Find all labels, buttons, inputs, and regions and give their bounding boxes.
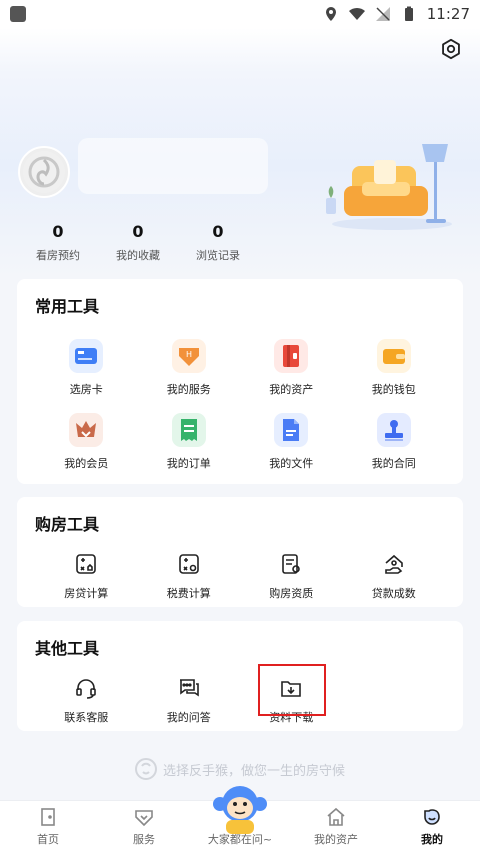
- monkey-mascot-icon[interactable]: [210, 782, 270, 838]
- smile-face-icon: [424, 809, 440, 825]
- user-name-area[interactable]: [78, 138, 268, 194]
- profile-stats: 0 看房预约 0 我的收藏 0 浏览记录: [18, 222, 258, 263]
- section-title: 购房工具: [35, 515, 100, 534]
- tab-my-assets[interactable]: 我的资产: [288, 801, 384, 854]
- tool-label: 贷款成数: [371, 587, 416, 600]
- tab-label: 我的: [421, 833, 443, 846]
- crown-icon: [69, 413, 104, 447]
- chat-icon: [176, 675, 202, 701]
- tool-label: 购房资质: [269, 587, 314, 600]
- tool-my-files[interactable]: 我的文件: [240, 413, 343, 471]
- tab-mine[interactable]: 我的: [384, 801, 480, 854]
- stat-value: 0: [132, 222, 144, 241]
- svg-text:H: H: [186, 350, 192, 359]
- card-icon: [69, 339, 104, 373]
- settings-icon[interactable]: [440, 38, 462, 60]
- home-door-icon: [41, 808, 55, 826]
- avatar-placeholder-icon: [23, 151, 65, 193]
- tool-contact-service[interactable]: 联系客服: [35, 675, 138, 725]
- tool-label: 我的问答: [166, 711, 211, 724]
- download-folder-icon: [278, 675, 304, 701]
- tool-my-wallet[interactable]: 我的钱包: [343, 339, 446, 397]
- tool-label: 选房卡: [69, 383, 103, 396]
- tool-my-contracts[interactable]: 我的合同: [343, 413, 446, 471]
- house-icon: [327, 807, 345, 826]
- file-icon: [274, 413, 309, 447]
- tab-label: 首页: [37, 833, 59, 846]
- sofa-illustration: [326, 144, 452, 230]
- tool-purchase-qualification[interactable]: 购房资质: [240, 551, 343, 601]
- order-icon: [171, 413, 206, 447]
- tab-label: 我的资产: [314, 833, 358, 846]
- wallet-icon: [376, 339, 411, 373]
- tool-label: 我的钱包: [371, 383, 416, 396]
- notification-icon: [10, 6, 26, 22]
- stat-viewing-appointments[interactable]: 0 看房预约: [18, 222, 98, 263]
- tab-service[interactable]: 服务: [96, 801, 192, 854]
- stat-label: 我的收藏: [116, 249, 160, 262]
- loan-ratio-icon: [381, 551, 407, 577]
- stat-favorites[interactable]: 0 我的收藏: [98, 222, 178, 263]
- asset-icon: [274, 339, 309, 373]
- stat-value: 0: [212, 222, 224, 241]
- service-h-icon: H: [171, 339, 206, 373]
- tool-my-membership[interactable]: 我的会员: [35, 413, 138, 471]
- status-bar: 11:27: [0, 0, 480, 28]
- tool-document-download[interactable]: 资料下载: [240, 675, 343, 725]
- section-title: 常用工具: [35, 297, 100, 316]
- stat-value: 0: [52, 222, 64, 241]
- avatar[interactable]: [18, 146, 70, 198]
- tool-my-qa[interactable]: 我的问答: [138, 675, 241, 725]
- tool-label: 我的会员: [64, 457, 109, 470]
- mortgage-calc-icon: [73, 551, 99, 577]
- location-icon: [325, 7, 336, 21]
- tool-room-card[interactable]: 选房卡: [35, 339, 138, 397]
- service-tag-icon: [135, 810, 153, 827]
- stat-browse-history[interactable]: 0 浏览记录: [178, 222, 258, 263]
- tax-calc-icon: [176, 551, 202, 577]
- stamp-icon: [376, 413, 411, 447]
- section-title: 其他工具: [35, 639, 100, 658]
- battery-icon: [404, 6, 413, 21]
- qualification-icon: [278, 551, 304, 577]
- tool-label: 房贷计算: [64, 587, 109, 600]
- tab-label: 服务: [133, 833, 155, 846]
- tool-label: 我的订单: [166, 457, 211, 470]
- tool-label: 税费计算: [166, 587, 211, 600]
- tool-my-orders[interactable]: 我的订单: [138, 413, 241, 471]
- tool-mortgage-calculator[interactable]: 房贷计算: [35, 551, 138, 601]
- common-tools-card: 常用工具 选房卡 H 我的服务 我的资产 我的钱包 我的会员 我的订单 我的文件…: [17, 279, 463, 484]
- tool-label: 联系客服: [64, 711, 109, 724]
- stat-label: 看房预约: [36, 249, 80, 262]
- slogan: 选择反手猴，做您一生的房守候: [0, 758, 480, 780]
- tool-my-services[interactable]: H 我的服务: [138, 339, 241, 397]
- tool-tax-calculator[interactable]: 税费计算: [138, 551, 241, 601]
- wifi-icon: [348, 7, 365, 20]
- stat-label: 浏览记录: [196, 249, 240, 262]
- tool-label: 我的文件: [269, 457, 314, 470]
- clock: 11:27: [426, 5, 470, 23]
- headset-icon: [73, 675, 99, 701]
- brand-logo-icon: [134, 758, 157, 780]
- slogan-text: 选择反手猴，做您一生的房守候: [162, 763, 345, 779]
- tab-home[interactable]: 首页: [0, 801, 96, 854]
- buy-tools-card: 购房工具 房贷计算 税费计算 购房资质 贷款成数: [17, 497, 463, 607]
- tool-loan-ratio[interactable]: 贷款成数: [343, 551, 446, 601]
- other-tools-card: 其他工具 联系客服 我的问答 资料下载: [17, 621, 463, 731]
- no-signal-icon: [375, 7, 390, 21]
- tool-label: 我的合同: [371, 457, 416, 470]
- tool-label: 我的资产: [269, 383, 314, 396]
- tool-label: 资料下载: [269, 711, 314, 724]
- tool-my-assets[interactable]: 我的资产: [240, 339, 343, 397]
- tool-label: 我的服务: [166, 383, 211, 396]
